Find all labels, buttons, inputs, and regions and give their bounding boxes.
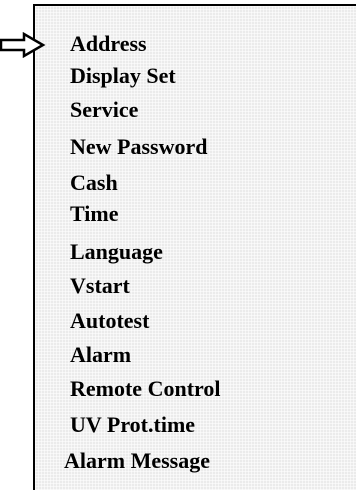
menu-item-service[interactable]: Service [70, 97, 138, 123]
menu-item-language[interactable]: Language [70, 239, 163, 265]
menu-item-remote-control[interactable]: Remote Control [70, 376, 221, 402]
menu-item-display-set[interactable]: Display Set [70, 63, 176, 89]
menu-item-cash[interactable]: Cash [70, 170, 118, 196]
right-arrow-outline-icon [0, 32, 46, 58]
menu-item-time[interactable]: Time [70, 201, 118, 227]
menu-item-alarm[interactable]: Alarm [70, 342, 131, 368]
menu-item-autotest[interactable]: Autotest [70, 308, 149, 334]
menu-item-new-password[interactable]: New Password [70, 134, 208, 160]
menu-item-alarm-message[interactable]: Alarm Message [64, 448, 210, 474]
menu-item-address[interactable]: Address [70, 31, 147, 57]
menu-item-vstart[interactable]: Vstart [70, 273, 130, 299]
menu-item-uv-prot-time[interactable]: UV Prot.time [70, 412, 195, 438]
